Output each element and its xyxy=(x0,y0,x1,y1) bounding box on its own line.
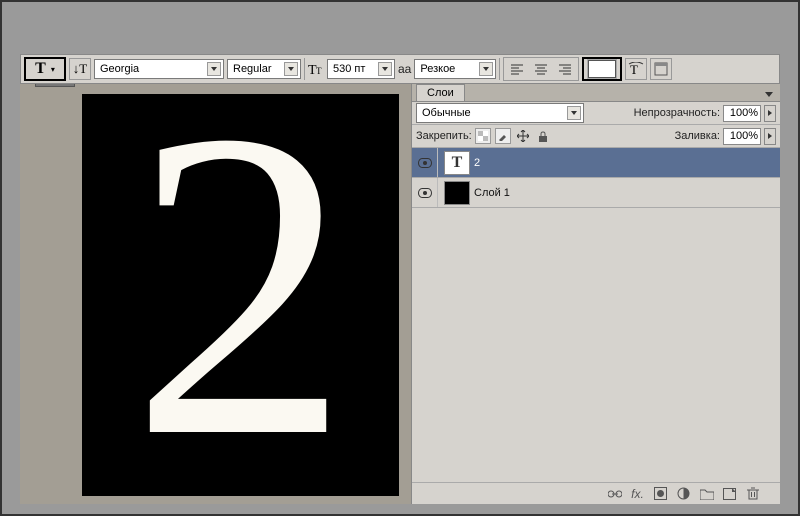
layer-thumbnail[interactable]: T xyxy=(444,151,470,175)
scroll-indicator[interactable] xyxy=(35,84,75,87)
document-canvas[interactable]: 2 xyxy=(82,94,399,496)
panel-icon xyxy=(654,62,668,76)
font-style-value: Regular xyxy=(233,63,272,75)
link-layers-button[interactable] xyxy=(607,486,622,501)
eye-icon xyxy=(418,158,432,168)
panel-menu-button[interactable] xyxy=(761,87,777,101)
align-right-icon xyxy=(559,64,572,75)
svg-text:T: T xyxy=(630,62,638,76)
new-layer-button[interactable] xyxy=(722,486,737,501)
layer-footer: fx. xyxy=(412,482,780,504)
opacity-input[interactable] xyxy=(723,105,761,122)
align-left-button[interactable] xyxy=(506,58,528,80)
chevron-down-icon xyxy=(567,106,581,120)
lock-all-button[interactable] xyxy=(535,128,551,144)
new-page-icon xyxy=(723,488,736,500)
adjustment-icon xyxy=(677,487,690,500)
chevron-down-icon xyxy=(378,62,392,76)
layer-group-button[interactable] xyxy=(699,486,714,501)
font-family-value: Georgia xyxy=(100,63,139,75)
font-size-value: 530 пт xyxy=(333,63,365,75)
blend-mode-dropdown[interactable]: Обычные xyxy=(416,103,584,123)
antialias-icon: aa xyxy=(398,62,411,76)
fill-label: Заливка: xyxy=(675,130,720,142)
lock-icon xyxy=(538,131,548,142)
move-icon xyxy=(517,130,529,142)
layer-name: 2 xyxy=(474,157,480,169)
visibility-toggle[interactable] xyxy=(412,178,438,207)
active-tool-button[interactable]: T ▾ xyxy=(24,57,66,81)
text-color-swatch[interactable] xyxy=(582,57,622,81)
checker-icon xyxy=(478,131,488,141)
fill-input[interactable] xyxy=(723,128,761,145)
trash-icon xyxy=(747,487,759,500)
fx-icon: fx. xyxy=(631,487,644,501)
visibility-toggle[interactable] xyxy=(412,148,438,177)
antialias-dropdown[interactable]: Резкое xyxy=(414,59,496,79)
opacity-label: Непрозрачность: xyxy=(634,107,720,119)
brush-icon xyxy=(498,131,508,141)
chevron-down-icon xyxy=(284,62,298,76)
text-align-group xyxy=(503,57,579,81)
lock-pixels-button[interactable] xyxy=(495,128,511,144)
layer-thumbnail[interactable] xyxy=(444,181,470,205)
folder-icon xyxy=(700,488,714,500)
lock-transparency-button[interactable] xyxy=(475,128,491,144)
layer-name: Слой 1 xyxy=(474,187,510,199)
layer-row[interactable]: Слой 1 xyxy=(412,178,780,208)
lock-buttons-group xyxy=(475,128,551,144)
type-tool-icon: T xyxy=(35,60,46,78)
lock-fill-row: Закрепить: Заливка: xyxy=(412,125,780,148)
chevron-down-icon xyxy=(479,62,493,76)
font-family-dropdown[interactable]: Georgia xyxy=(94,59,224,79)
antialias-value: Резкое xyxy=(420,63,455,75)
layers-panel: Слои Обычные Непрозрачность: Закрепить: xyxy=(411,84,780,504)
layer-mask-button[interactable] xyxy=(653,486,668,501)
svg-text:T: T xyxy=(316,66,322,76)
tab-layers[interactable]: Слои xyxy=(416,84,465,101)
fill-slider-button[interactable] xyxy=(764,128,776,145)
orientation-icon: ↓T xyxy=(73,61,87,77)
align-right-button[interactable] xyxy=(554,58,576,80)
blend-mode-value: Обычные xyxy=(422,107,471,119)
color-swatch xyxy=(588,60,616,78)
link-icon xyxy=(608,489,622,499)
blend-opacity-row: Обычные Непрозрачность: xyxy=(412,102,780,125)
eye-icon xyxy=(418,188,432,198)
workspace: 2 Слои Обычные Непрозрачность: Закрепить… xyxy=(20,84,780,504)
adjustment-layer-button[interactable] xyxy=(676,486,691,501)
delete-layer-button[interactable] xyxy=(745,486,760,501)
canvas-area: 2 xyxy=(20,84,411,504)
canvas-text-content: 2 xyxy=(131,120,351,470)
lock-label: Закрепить: xyxy=(416,130,472,142)
align-center-button[interactable] xyxy=(530,58,552,80)
type-layer-icon: T xyxy=(452,154,463,172)
layer-row[interactable]: T 2 xyxy=(412,148,780,178)
align-center-icon xyxy=(535,64,548,75)
opacity-slider-button[interactable] xyxy=(764,105,776,122)
layer-style-button[interactable]: fx. xyxy=(630,486,645,501)
font-size-icon: TT xyxy=(308,61,324,77)
text-options-toolbar: T ▾ ↓T Georgia Regular TT 530 пт aa Резк… xyxy=(20,54,780,84)
panel-tabbar: Слои xyxy=(412,84,780,102)
separator xyxy=(304,58,305,80)
align-left-icon xyxy=(511,64,524,75)
font-style-dropdown[interactable]: Regular xyxy=(227,59,301,79)
character-panel-button[interactable] xyxy=(650,58,672,80)
chevron-down-icon xyxy=(207,62,221,76)
warp-text-button[interactable]: T xyxy=(625,58,647,80)
text-orientation-button[interactable]: ↓T xyxy=(69,58,91,80)
chevron-down-icon: ▾ xyxy=(51,65,55,74)
lock-position-button[interactable] xyxy=(515,128,531,144)
mask-icon xyxy=(654,487,667,500)
layer-list: T 2 Слой 1 xyxy=(412,148,780,482)
separator xyxy=(499,58,500,80)
font-size-dropdown[interactable]: 530 пт xyxy=(327,59,395,79)
warp-icon: T xyxy=(628,62,644,76)
